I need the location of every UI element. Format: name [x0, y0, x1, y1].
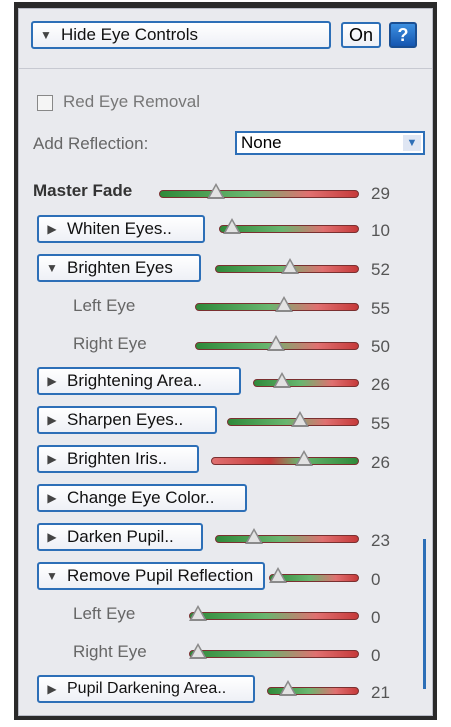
- pupil-darkening-area-value: 21: [371, 683, 390, 702]
- play-triangle-icon: ▶: [47, 682, 57, 696]
- master-fade-value: 29: [371, 184, 390, 203]
- whiten-eyes-button[interactable]: ▶ Whiten Eyes..: [37, 215, 205, 243]
- brighten-iris-value: 26: [371, 453, 390, 472]
- brighten-eyes-value: 52: [371, 260, 390, 279]
- on-label: On: [348, 24, 373, 45]
- red-eye-removal-checkbox[interactable]: [37, 95, 53, 111]
- change-eye-color-label: Change Eye Color..: [67, 488, 215, 507]
- on-toggle-button[interactable]: On: [341, 22, 381, 48]
- brighten-right-eye-thumb[interactable]: [267, 335, 285, 351]
- pupil-left-eye-slider[interactable]: [189, 612, 359, 620]
- brighten-right-eye-label: Right Eye: [73, 334, 147, 353]
- brighten-iris-button[interactable]: ▶ Brighten Iris..: [37, 445, 199, 473]
- sharpen-eyes-button[interactable]: ▶ Sharpen Eyes..: [37, 406, 217, 434]
- hide-eye-controls-label: Hide Eye Controls: [61, 25, 199, 44]
- brighten-left-eye-label: Left Eye: [73, 296, 136, 315]
- brightening-area-slider[interactable]: [253, 379, 359, 387]
- add-reflection-value: None: [241, 133, 282, 152]
- eye-controls-panel: ▼ Hide Eye Controls On ? Red Eye Removal…: [18, 8, 433, 716]
- brighten-left-eye-thumb[interactable]: [275, 296, 293, 312]
- hide-eye-controls-button[interactable]: ▼ Hide Eye Controls: [31, 21, 331, 49]
- pupil-left-eye-value: 0: [371, 608, 381, 627]
- remove-pupil-reflection-thumb[interactable]: [269, 567, 287, 583]
- brightening-area-thumb[interactable]: [273, 372, 291, 388]
- pupil-right-eye-thumb[interactable]: [189, 643, 207, 659]
- help-button[interactable]: ?: [389, 22, 417, 48]
- sharpen-eyes-label: Sharpen Eyes..: [67, 410, 184, 429]
- darken-pupil-slider[interactable]: [215, 535, 359, 543]
- pupil-right-eye-label: Right Eye: [73, 642, 147, 661]
- pupil-darkening-area-thumb[interactable]: [279, 680, 297, 696]
- darken-pupil-label: Darken Pupil..: [67, 527, 174, 546]
- remove-pupil-reflection-value: 0: [371, 570, 381, 589]
- pupil-darkening-area-button[interactable]: ▶ Pupil Darkening Area..: [37, 675, 255, 703]
- brighten-eyes-label: Brighten Eyes: [67, 258, 173, 277]
- brightening-area-button[interactable]: ▶ Brightening Area..: [37, 367, 241, 395]
- down-triangle-icon: ▼: [46, 261, 58, 275]
- pupil-right-eye-value: 0: [371, 646, 381, 665]
- down-triangle-icon: ▼: [46, 569, 58, 583]
- brighten-iris-label: Brighten Iris..: [67, 449, 168, 468]
- change-eye-color-button[interactable]: ▶ Change Eye Color..: [37, 484, 247, 512]
- pupil-darkening-area-label: Pupil Darkening Area..: [67, 680, 227, 697]
- remove-pupil-reflection-label: Remove Pupil Reflection: [67, 566, 254, 585]
- brighten-iris-slider[interactable]: [211, 457, 359, 465]
- brighten-eyes-thumb[interactable]: [281, 258, 299, 274]
- play-triangle-icon: ▶: [47, 413, 57, 427]
- brighten-eyes-button[interactable]: ▼ Brighten Eyes: [37, 254, 201, 282]
- darken-pupil-thumb[interactable]: [245, 528, 263, 544]
- add-reflection-select[interactable]: None ▼: [235, 131, 425, 155]
- master-fade-label: Master Fade: [33, 181, 133, 200]
- darken-pupil-button[interactable]: ▶ Darken Pupil..: [37, 523, 203, 551]
- whiten-eyes-value: 10: [371, 221, 390, 240]
- play-triangle-icon: ▶: [47, 530, 57, 544]
- brighten-right-eye-value: 50: [371, 337, 390, 356]
- darken-pupil-value: 23: [371, 531, 390, 550]
- sharpen-eyes-thumb[interactable]: [291, 411, 309, 427]
- brightening-area-label: Brightening Area..: [67, 371, 203, 390]
- play-triangle-icon: ▶: [47, 491, 57, 505]
- red-eye-removal-label: Red Eye Removal: [63, 92, 201, 111]
- add-reflection-label: Add Reflection:: [33, 134, 149, 153]
- panel-scrollbar[interactable]: [423, 539, 426, 689]
- remove-pupil-reflection-button[interactable]: ▼ Remove Pupil Reflection: [37, 562, 265, 590]
- chevron-down-icon[interactable]: ▼: [403, 135, 421, 151]
- brightening-area-value: 26: [371, 375, 390, 394]
- brighten-left-eye-value: 55: [371, 299, 390, 318]
- pupil-left-eye-label: Left Eye: [73, 604, 136, 623]
- sharpen-eyes-value: 55: [371, 414, 390, 433]
- play-triangle-icon: ▶: [47, 374, 57, 388]
- pupil-right-eye-slider[interactable]: [189, 650, 359, 658]
- help-icon: ?: [397, 24, 409, 45]
- down-triangle-icon: ▼: [40, 28, 52, 42]
- master-fade-thumb[interactable]: [207, 183, 225, 199]
- master-fade-slider[interactable]: [159, 190, 359, 198]
- whiten-eyes-label: Whiten Eyes..: [67, 219, 172, 238]
- header-divider: [19, 68, 432, 69]
- play-triangle-icon: ▶: [47, 452, 57, 466]
- pupil-left-eye-thumb[interactable]: [189, 605, 207, 621]
- whiten-eyes-thumb[interactable]: [223, 218, 241, 234]
- play-triangle-icon: ▶: [47, 222, 57, 236]
- brighten-iris-thumb[interactable]: [295, 450, 313, 466]
